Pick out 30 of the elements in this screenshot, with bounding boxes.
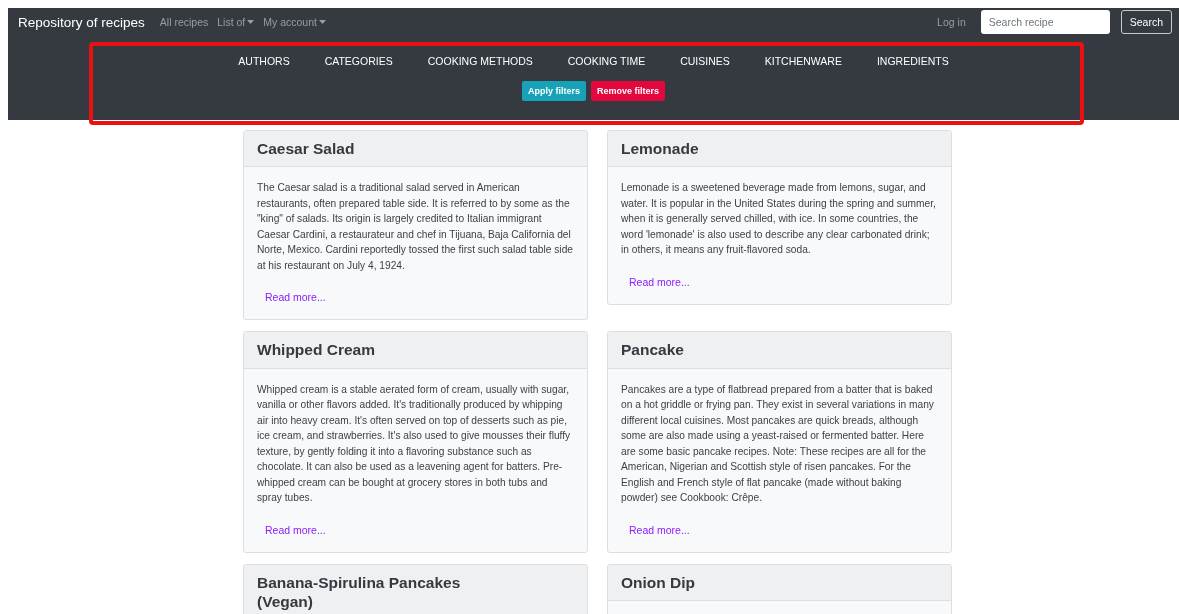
recipe-title: Banana-Spirulina Pancakes (Vegan) [257, 572, 462, 612]
filter-category-link[interactable]: COOKING TIME [567, 55, 646, 67]
brand-link[interactable]: Repository of recipes [18, 14, 145, 30]
read-more-link[interactable]: Read more... [265, 523, 326, 536]
recipe-description: The Caesar salad is a traditional salad served in American restaurants, often prepared table side. It is referred to by some as the "king" of salads. Its origin is largely credited to Italian immigrant Caesar Cardini, a restaurateur and chef in Tijuana, Baja California del Norte, Mexico. Cardini reportedly tossed the first such salad table side at his restaurant on July 4, 1924. [257, 181, 574, 273]
nav-link[interactable]: All recipes [159, 16, 209, 28]
login-link[interactable]: Log in [937, 16, 966, 28]
recipe-title: Whipped Cream [257, 340, 376, 360]
recipe-title: Onion Dip [621, 572, 697, 593]
filter-category-link[interactable]: INGREDIENTS [876, 55, 949, 67]
nav-link[interactable]: My account [263, 16, 326, 28]
recipe-title: Pancake [621, 340, 685, 360]
filter-category-link[interactable]: CUISINES [680, 55, 730, 67]
filter-category-link[interactable]: AUTHORS [238, 55, 290, 67]
recipe-title: Caesar Salad [257, 139, 356, 159]
recipe-description: Pancakes are a type of flatbread prepared from a batter that is baked on a hot griddle or frying pan. They exist in several variations in many different local cuisines. Most pancakes are quick breads, although some are also made using a yeast-raised or fermented batter. Here are some basic pancake recipes. Note: These recipes are all for the American, Nigerian and Scottish style of risen pancakes. For the English and French style of flat pancake (made without baking powder) see Cookbook: Crêpe. [621, 382, 935, 506]
recipe-title: Lemonade [621, 139, 700, 159]
filter-category-link[interactable]: COOKING METHODS [427, 55, 533, 67]
read-more-link[interactable]: Read more... [629, 523, 690, 536]
nav-link[interactable]: List of [217, 16, 255, 28]
read-more-link[interactable]: Read more... [265, 291, 326, 304]
recipe-description: Lemonade is a sweetened beverage made from lemons, sugar, and water. It is popular in the United States during the spring and summer, when it is generally served chilled, with ice. In some countries, the word 'lemonade' is also used to describe any clear carbonated drink; in others, it means any fruit-flavored soda. [621, 181, 937, 258]
remove-filters-button[interactable]: Remove filters [591, 81, 665, 101]
filter-category-link[interactable]: KITCHENWARE [764, 55, 842, 67]
apply-filters-button[interactable]: Apply filters [521, 81, 586, 101]
search-button[interactable]: Search [1120, 10, 1172, 34]
recipe-description: Whipped cream is a stable aerated form of cream, usually with sugar, vanilla or other flavors added. It's traditionally produced by whipping air into heavy cream. It's often served on top of desserts such as pie, ice cream, and strawberries. It's also used to give mousses their fluffy texture, by gently folding it into a flavoring substance such as chocolate. It can also be used as a leavening agent for batters. Pre-whipped cream can be bought at grocery stores in both tubs and spray tubes. [257, 382, 572, 506]
filter-category-link[interactable]: CATEGORIES [324, 55, 393, 67]
read-more-link[interactable]: Read more... [629, 275, 690, 288]
search-field[interactable]: Search recipe [980, 10, 1110, 34]
